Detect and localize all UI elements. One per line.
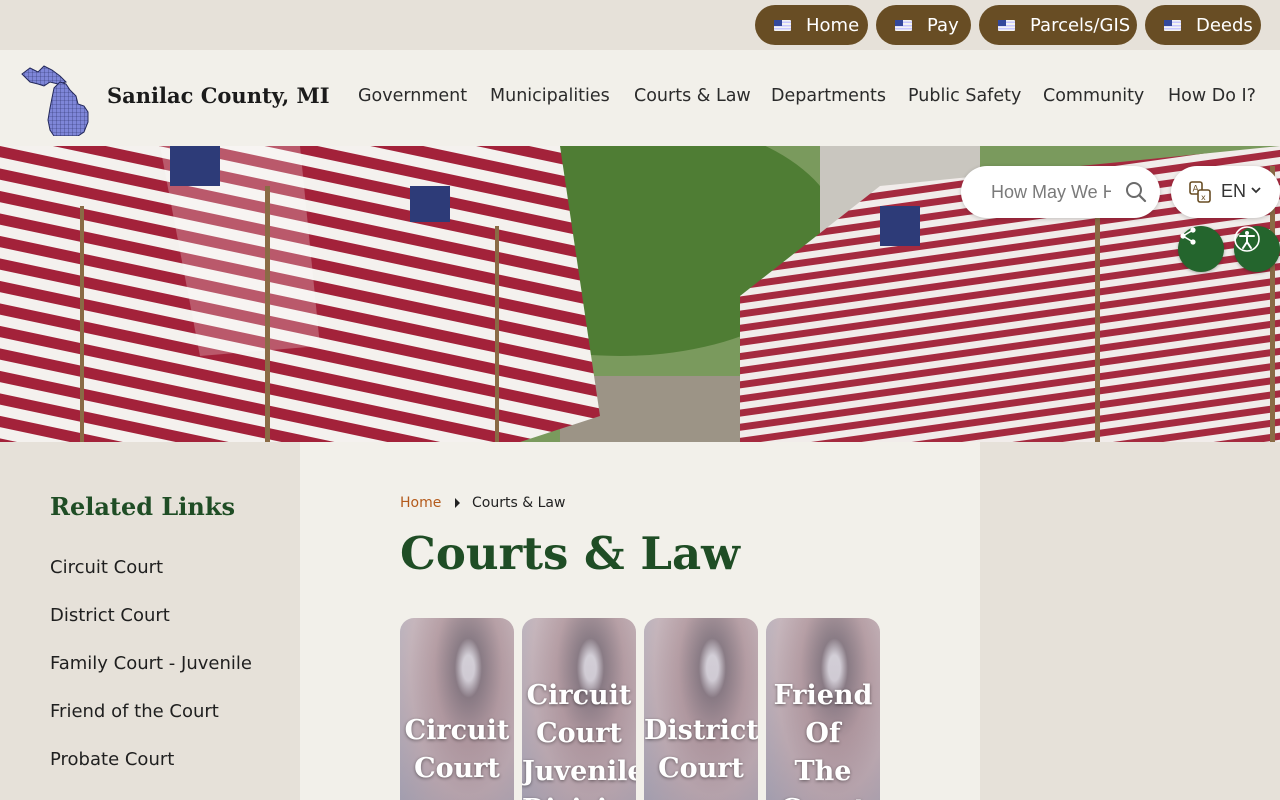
search-input[interactable] (991, 180, 1111, 204)
card-title: Friend Of The Court (766, 677, 880, 800)
nav-how-do-i[interactable]: How Do I? (1168, 86, 1256, 106)
site-search[interactable] (961, 166, 1160, 218)
utility-bar: Home Pay Parcels/GIS Deeds (0, 0, 1280, 50)
translate-icon: A x (1189, 181, 1211, 203)
nav-courts-law[interactable]: Courts & Law (634, 86, 751, 106)
card-title-line: The (794, 756, 852, 787)
quick-link-label: Pay (927, 14, 959, 36)
quick-link-parcels-gis[interactable]: Parcels/GIS (979, 5, 1137, 45)
share-icon (1180, 227, 1196, 245)
quick-link-deeds[interactable]: Deeds (1145, 5, 1261, 45)
share-button[interactable] (1178, 226, 1224, 272)
quick-link-label: Home (806, 14, 860, 36)
quick-link-home[interactable]: Home (755, 5, 868, 45)
related-links-sidebar: Related Links Circuit Court District Cou… (0, 442, 300, 800)
nav-community[interactable]: Community (1043, 86, 1144, 106)
related-link-family-court-juvenile[interactable]: Family Court - Juvenile (50, 653, 252, 674)
language-code: EN (1221, 181, 1247, 201)
nav-departments[interactable]: Departments (771, 86, 886, 106)
main-content: Home Courts & Law Courts & Law Circuit C… (300, 442, 980, 800)
card-title: Circuit Court Juvenile Division (522, 677, 636, 800)
card-title-line: Court (414, 753, 500, 784)
search-icon[interactable] (1125, 181, 1147, 203)
card-title-line: Division (522, 791, 636, 800)
breadcrumb-current: Courts & Law (472, 495, 566, 511)
card-circuit-court-juvenile-division[interactable]: Circuit Court Juvenile Division (522, 618, 636, 800)
card-title: District Court (644, 712, 758, 788)
hero-banner: A x EN (0, 146, 1280, 442)
svg-text:x: x (1201, 193, 1206, 202)
flag-icon (1164, 19, 1181, 31)
accessibility-button[interactable] (1234, 226, 1280, 272)
card-title-line: Of (805, 718, 841, 749)
quick-link-pay[interactable]: Pay (876, 5, 971, 45)
related-link-friend-of-the-court[interactable]: Friend of the Court (50, 701, 219, 722)
flag-icon (998, 19, 1015, 31)
svg-text:A: A (1193, 185, 1200, 195)
michigan-logo-icon[interactable] (20, 60, 90, 136)
quick-link-label: Parcels/GIS (1030, 14, 1131, 36)
flag-icon (895, 19, 912, 31)
quick-link-label: Deeds (1196, 14, 1253, 36)
related-link-probate-court[interactable]: Probate Court (50, 749, 174, 770)
related-link-district-court[interactable]: District Court (50, 605, 170, 626)
right-column (980, 442, 1280, 800)
card-circuit-court[interactable]: Circuit Court (400, 618, 514, 800)
card-title-line: Juvenile (522, 756, 636, 787)
card-title-line: Court (536, 718, 622, 749)
site-header: Sanilac County, MI Government Municipali… (0, 50, 1280, 146)
chevron-right-icon (455, 498, 460, 508)
accessibility-icon (1234, 226, 1260, 252)
card-title: Circuit Court (400, 712, 514, 788)
related-link-circuit-court[interactable]: Circuit Court (50, 557, 163, 578)
card-title-line: Court (766, 791, 880, 800)
card-friend-of-the-court[interactable]: Friend Of The Court (766, 618, 880, 800)
card-title-line: Circuit (404, 715, 510, 746)
site-name[interactable]: Sanilac County, MI (107, 83, 330, 108)
language-selector[interactable]: A x EN (1171, 166, 1280, 218)
chevron-down-icon (1251, 187, 1261, 194)
nav-public-safety[interactable]: Public Safety (908, 86, 1021, 106)
card-title-line: Friend (773, 680, 873, 711)
related-links-heading: Related Links (50, 492, 235, 521)
flag-icon (774, 19, 791, 31)
card-title-line: Court (658, 753, 744, 784)
card-title-line: Circuit (526, 680, 632, 711)
card-district-court[interactable]: District Court (644, 618, 758, 800)
nav-municipalities[interactable]: Municipalities (490, 86, 610, 106)
page-title: Courts & Law (400, 527, 740, 580)
card-title-line: District (644, 715, 758, 746)
nav-government[interactable]: Government (358, 86, 467, 106)
breadcrumb-home[interactable]: Home (400, 495, 441, 511)
